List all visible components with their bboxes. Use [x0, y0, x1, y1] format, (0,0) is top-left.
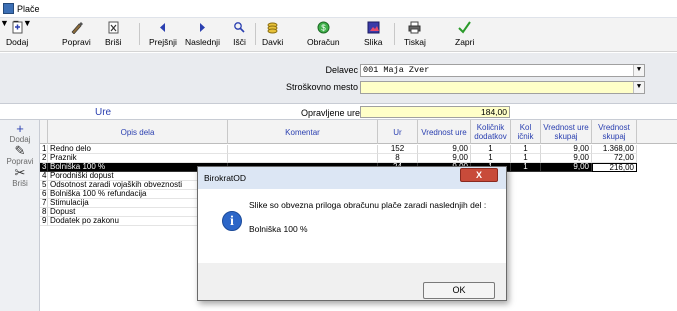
toolbar-separator: [255, 23, 256, 45]
col-header-index: [40, 120, 48, 144]
image-button[interactable]: Slika: [364, 20, 382, 50]
col-header-description[interactable]: Opis dela: [48, 120, 228, 144]
ok-button[interactable]: OK: [423, 282, 495, 299]
arrow-left-icon: [156, 21, 169, 34]
toolbar: Dodaj ▼ Popravi Briši Prejšnji Naslednji…: [0, 18, 677, 52]
table-row[interactable]: 2 Praznik 8 9,00 1 1 9,00 72,00: [40, 154, 637, 163]
table-header: Opis dela Komentar Ur Vrednost ure Količ…: [40, 120, 677, 144]
employee-select[interactable]: 001 Maja Zver ▼: [360, 64, 645, 77]
add-button[interactable]: Dodaj: [6, 20, 28, 50]
info-icon: i: [222, 211, 242, 231]
picture-icon: [367, 21, 380, 34]
hours-section-title: Ure: [95, 107, 112, 118]
coins-icon: [266, 21, 279, 34]
toolbar-separator: [394, 23, 395, 45]
worked-hours-label: Opravljene ure: [301, 108, 361, 118]
add-icon: [11, 21, 24, 34]
edit-icon: ✎: [14, 143, 26, 158]
title-bar: Plače: [0, 0, 677, 18]
dialog-title-bar[interactable]: BirokratOD X: [198, 167, 506, 189]
search-button[interactable]: Išči: [233, 20, 246, 50]
dialog-title: BirokratOD: [204, 173, 247, 183]
app-icon: [3, 3, 14, 14]
delete-icon: [107, 21, 120, 34]
cost-center-label: Stroškovno mesto: [285, 82, 358, 92]
dialog-close-button[interactable]: X: [460, 168, 498, 182]
col-header-coefficient[interactable]: Kol ičnik: [511, 120, 541, 144]
edit-button[interactable]: Popravi: [62, 20, 91, 50]
previous-button[interactable]: Prejšnji: [149, 20, 177, 50]
row-add-button[interactable]: + Dodaj: [0, 121, 40, 144]
dialog-body: i Slike so obvezna priloga obračunu plač…: [198, 189, 506, 263]
taxes-button[interactable]: Davki: [262, 20, 283, 50]
row-delete-button[interactable]: ✂ Briši: [0, 165, 40, 188]
edit-icon: [70, 21, 83, 35]
cost-center-select[interactable]: ▼: [360, 81, 645, 94]
plus-icon: +: [16, 121, 24, 136]
chevron-down-icon[interactable]: ▼: [633, 82, 644, 93]
col-header-value-total[interactable]: Vrednost skupaj: [592, 120, 637, 144]
calculation-button[interactable]: $ Obračun: [307, 20, 340, 50]
delete-icon: ✂: [14, 165, 26, 180]
dialog-detail: Bolniška 100 %: [249, 224, 308, 234]
col-header-comment[interactable]: Komentar: [228, 120, 378, 144]
employee-form: Delavec 001 Maja Zver ▼ Stroškovno mesto…: [0, 53, 677, 103]
col-header-extra: [637, 120, 677, 144]
row-edit-button[interactable]: ✎ Popravi: [0, 143, 40, 166]
hours-section-header: Ure Opravljene ure 184,00: [0, 103, 677, 120]
money-icon: $: [317, 21, 330, 34]
toolbar-separator: [139, 23, 140, 45]
employee-label: Delavec: [325, 65, 358, 75]
checkmark-icon: [458, 21, 472, 34]
message-dialog: BirokratOD X i Slike so obvezna priloga …: [197, 166, 507, 301]
next-button[interactable]: Naslednji: [185, 20, 220, 50]
delete-button[interactable]: Briši: [105, 20, 122, 50]
close-button[interactable]: Zapri: [455, 20, 474, 50]
search-icon: [233, 21, 246, 34]
printer-icon: [408, 21, 421, 34]
row-actions-sidebar: + Dodaj ✎ Popravi ✂ Briši: [0, 120, 40, 311]
col-header-bonus-coefficient[interactable]: Količnik dodatkov: [471, 120, 511, 144]
col-header-hour-value[interactable]: Vrednost ure: [418, 120, 471, 144]
chevron-down-icon[interactable]: ▼: [633, 65, 644, 76]
window-title: Plače: [17, 3, 40, 14]
arrow-right-icon: [196, 21, 209, 34]
worked-hours-field[interactable]: 184,00: [360, 106, 510, 118]
col-header-hours[interactable]: Ur: [378, 120, 418, 144]
table-row[interactable]: 1 Redno delo 152 9,00 1 1 9,00 1.368,00: [40, 145, 637, 154]
print-button[interactable]: Tiskaj: [404, 20, 426, 50]
dialog-message: Slike so obvezna priloga obračunu plače …: [249, 200, 487, 210]
svg-text:$: $: [321, 24, 326, 33]
col-header-hour-value-total[interactable]: Vrednost ure skupaj: [541, 120, 592, 144]
